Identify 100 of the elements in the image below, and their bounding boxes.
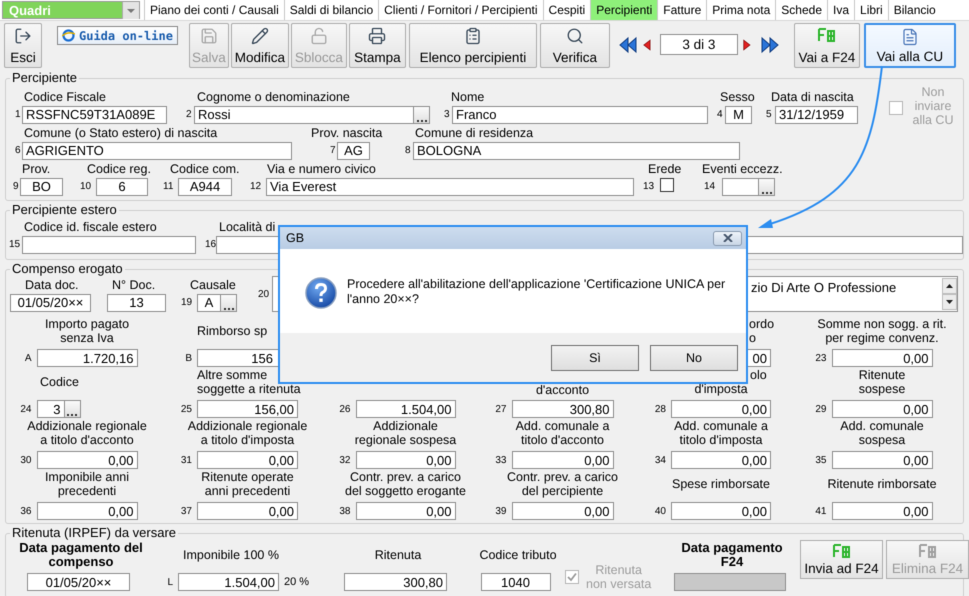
text-field[interactable]: 0,00 <box>512 502 614 520</box>
text-field[interactable]: Franco <box>452 106 708 124</box>
text-field[interactable]: 300,80 <box>512 400 614 418</box>
field-label: Ritenute operate anni precedenti <box>201 470 294 498</box>
field-label: Prov. <box>22 162 50 177</box>
text-field[interactable] <box>722 178 759 196</box>
f24-button[interactable]: Vai a F24 <box>794 23 860 68</box>
text-field[interactable]: 01/05/20×× <box>27 573 130 591</box>
text-field[interactable]: 31/12/1959 <box>775 106 858 124</box>
text-field[interactable]: 3 <box>36 400 64 418</box>
text-field[interactable]: A <box>197 294 221 312</box>
tab[interactable]: Libri <box>854 0 888 20</box>
text-field[interactable] <box>22 236 196 254</box>
browse-button[interactable] <box>221 294 237 312</box>
text-field[interactable]: 300,80 <box>344 573 447 591</box>
text-field[interactable]: AG <box>337 142 370 160</box>
field-number: 31 <box>180 454 192 466</box>
field-label: N° Doc. <box>112 278 156 293</box>
send-f24-button[interactable]: Invia ad F24 <box>800 540 883 579</box>
field-number: 12 <box>250 181 262 192</box>
text-field[interactable]: BOLOGNA <box>413 142 740 160</box>
text-field[interactable]: Rossi <box>194 106 414 124</box>
tab[interactable]: Iva <box>827 0 854 20</box>
text-field[interactable]: RSSFNC59T31A089E <box>22 106 167 124</box>
text-field[interactable]: 0,00 <box>832 451 932 469</box>
tab[interactable]: Percipienti <box>590 0 658 20</box>
text-field[interactable]: 0,00 <box>671 451 771 469</box>
text-field[interactable]: M <box>725 106 752 124</box>
checkbox[interactable] <box>660 178 674 192</box>
last-record-button[interactable] <box>760 34 780 54</box>
text-field[interactable]: A944 <box>178 178 232 196</box>
first-record-button[interactable] <box>618 34 638 54</box>
print-button[interactable]: Stampa <box>348 23 406 68</box>
browse-button[interactable] <box>64 400 80 418</box>
scroll-up-button[interactable] <box>942 278 957 294</box>
text-field[interactable]: 0,00 <box>356 502 456 520</box>
text-field[interactable]: 01/05/20×× <box>10 294 91 312</box>
text-field[interactable]: BO <box>20 178 63 196</box>
dialog-message: Procedere all'abilitazione dell'applicazione 'Certificazione UNICA per l'anno 20××? <box>347 277 726 307</box>
field-label: Ritenuta non versata <box>586 563 652 591</box>
field-label: Importo pagato senza Iva <box>44 317 130 345</box>
field-label: Addizionale regionale sospesa <box>354 419 456 447</box>
browse-button[interactable] <box>414 106 430 124</box>
pencil-icon <box>250 27 269 45</box>
tab[interactable]: Bilancio <box>888 0 941 20</box>
text-field[interactable]: 0,00 <box>671 502 771 520</box>
field-number: 33 <box>494 454 506 466</box>
close-button[interactable] <box>713 230 742 246</box>
field-label: olo <box>750 368 767 382</box>
tab[interactable]: Clienti / Fornitori / Percipienti <box>378 0 543 20</box>
text-field[interactable]: 0,00 <box>197 451 298 469</box>
cu-button[interactable]: Vai alla CU <box>864 23 956 68</box>
text-field[interactable]: 0,00 <box>832 349 932 367</box>
text-field[interactable]: 0,00 <box>36 502 138 520</box>
field-number: A <box>24 352 32 364</box>
text-field[interactable]: 156,00 <box>197 400 298 418</box>
text-field[interactable]: Via Everest <box>266 178 634 196</box>
field-number: 41 <box>814 506 826 516</box>
text-field[interactable]: 1.504,00 <box>178 573 279 591</box>
text-field[interactable]: 0,00 <box>832 502 932 520</box>
no-button[interactable]: No <box>650 344 738 370</box>
tab[interactable]: Saldi di bilancio <box>284 0 378 20</box>
tab[interactable]: Schede <box>775 0 827 20</box>
field-number: L <box>167 576 173 588</box>
tab[interactable]: Piano dei conti / Causali <box>144 0 284 20</box>
browse-button[interactable] <box>759 178 775 196</box>
text-field[interactable]: 1.720,16 <box>36 349 138 367</box>
text-field[interactable]: 0,00 <box>671 400 771 418</box>
field-number: 23 <box>814 352 826 364</box>
ellipsis-icon <box>224 306 234 310</box>
field-label: Codice Fiscale <box>24 90 106 105</box>
text-field[interactable]: AGRIGENTO <box>22 142 292 160</box>
text-field[interactable]: 0,00 <box>36 451 138 469</box>
field-label: Ritenuta <box>374 548 422 562</box>
tab[interactable]: Prima nota <box>706 0 776 20</box>
field-label: Codice tributo <box>479 548 557 562</box>
text-field[interactable]: 1.504,00 <box>356 400 456 418</box>
text-field[interactable]: 0,00 <box>832 400 932 418</box>
online-help-link[interactable]: Guida on-line <box>57 26 178 45</box>
edit-button[interactable]: Modifica <box>230 23 289 68</box>
field-label: Data pagamento F24 <box>681 541 783 569</box>
text-field[interactable]: 0,00 <box>512 451 614 469</box>
field-label: Erede <box>648 162 682 177</box>
question-icon <box>305 277 337 309</box>
text-field[interactable]: 1040 <box>480 573 550 591</box>
field-number: 13 <box>643 181 654 192</box>
list-button[interactable]: Elenco percipienti <box>408 23 537 68</box>
tab[interactable]: Fatture <box>657 0 706 20</box>
text-field[interactable]: 0,00 <box>197 502 298 520</box>
field-label: Nome <box>451 90 484 105</box>
field-label: Altre somme soggette a ritenuta <box>197 368 301 396</box>
field-number: 38 <box>338 506 350 516</box>
scroll-down-button[interactable] <box>942 294 957 310</box>
exit-button[interactable]: Esci <box>4 23 42 68</box>
check-button[interactable]: Verifica <box>540 23 610 68</box>
yes-button[interactable]: Sì <box>551 344 639 370</box>
text-field[interactable]: 6 <box>96 178 148 196</box>
text-field[interactable]: 0,00 <box>356 451 456 469</box>
field-label: Data pagamento del compenso <box>19 541 143 569</box>
text-field[interactable]: 13 <box>107 294 166 312</box>
